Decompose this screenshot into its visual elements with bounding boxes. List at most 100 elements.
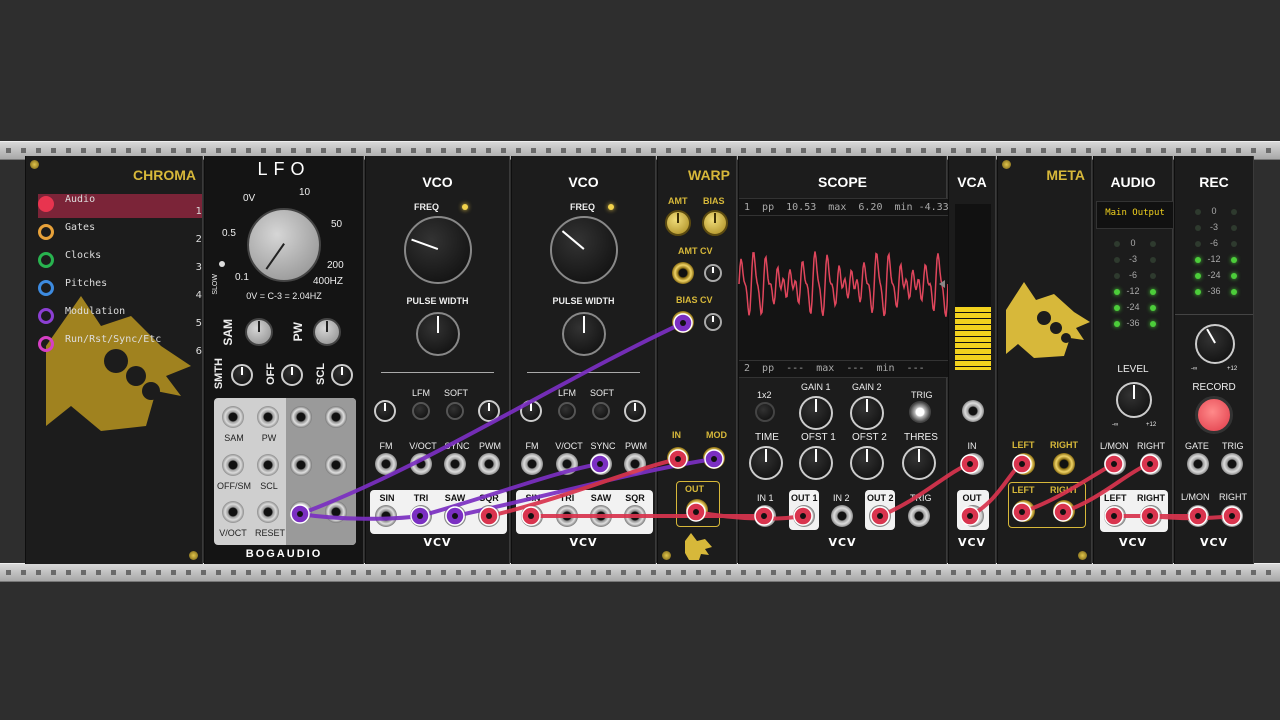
chroma-item[interactable]: Audio 1 bbox=[38, 194, 202, 218]
scope-time-knob[interactable] bbox=[749, 446, 783, 480]
audio-in-right-jack[interactable] bbox=[1140, 453, 1162, 475]
vco2-fm-knob[interactable] bbox=[520, 400, 542, 422]
audio-out-right-jack[interactable] bbox=[1140, 505, 1162, 527]
rec-in-right-jack[interactable] bbox=[1221, 505, 1243, 527]
audio-device-name[interactable]: Main Output bbox=[1097, 208, 1173, 218]
vco1-pwm-jack[interactable] bbox=[478, 453, 500, 475]
audio-out-right-label: RIGHT bbox=[1137, 493, 1165, 503]
vco1-sync-jack[interactable] bbox=[444, 453, 466, 475]
rec-trig-jack[interactable] bbox=[1221, 453, 1243, 475]
warp-amt-cv-jack[interactable] bbox=[672, 262, 694, 284]
vco1-lfm-label: LFM bbox=[412, 388, 430, 398]
vco1-sqr-jack[interactable] bbox=[478, 505, 500, 527]
vco1-pw-knob[interactable] bbox=[416, 312, 460, 356]
vco1-fm-knob[interactable] bbox=[374, 400, 396, 422]
lfo-off-jack[interactable] bbox=[222, 454, 244, 476]
chroma-item-label: Audio bbox=[65, 194, 96, 205]
chroma-item[interactable]: Run/Rst/Sync/Etc 6 bbox=[38, 334, 202, 358]
rec-gate-jack[interactable] bbox=[1187, 453, 1209, 475]
scope-trig-button[interactable] bbox=[909, 401, 931, 423]
chroma-item[interactable]: Clocks 3 bbox=[38, 250, 202, 274]
lfo-pw-jack[interactable] bbox=[257, 406, 279, 428]
scope-1x2-button[interactable] bbox=[755, 402, 775, 422]
lfo-out-ramp-down-jack[interactable] bbox=[290, 406, 312, 428]
vco2-sync-jack[interactable] bbox=[590, 453, 612, 475]
meter-label: -6 bbox=[1128, 270, 1137, 280]
audio-out-left-jack[interactable] bbox=[1104, 505, 1126, 527]
lfo-sam-jack[interactable] bbox=[222, 406, 244, 428]
warp-bias-cv-knob[interactable] bbox=[704, 313, 722, 331]
meta-out-right-jack[interactable] bbox=[1053, 500, 1075, 522]
vca-in-jack[interactable] bbox=[962, 453, 984, 475]
vco1-sin-jack[interactable] bbox=[375, 505, 397, 527]
scope-in2-jack[interactable] bbox=[831, 505, 853, 527]
warp-amt-knob[interactable] bbox=[665, 210, 691, 236]
scl-knob[interactable] bbox=[331, 364, 353, 386]
vca-out-jack[interactable] bbox=[962, 505, 984, 527]
warp-bias-knob[interactable] bbox=[702, 210, 728, 236]
vco2-voct-jack[interactable] bbox=[556, 453, 578, 475]
scope-ofst2-knob[interactable] bbox=[850, 446, 884, 480]
vca-cv-jack[interactable] bbox=[962, 400, 984, 422]
meta-in-left-jack[interactable] bbox=[1013, 453, 1035, 475]
vco1-voct-jack[interactable] bbox=[410, 453, 432, 475]
lfo-out-triangle-jack[interactable] bbox=[290, 454, 312, 476]
vco2-tri-jack[interactable] bbox=[556, 505, 578, 527]
vco1-tri-jack[interactable] bbox=[410, 505, 432, 527]
lfo-frequency-knob[interactable] bbox=[247, 208, 321, 282]
audio-level-min: -∞ bbox=[1112, 422, 1119, 428]
scope-gain1-knob[interactable] bbox=[799, 396, 833, 430]
chroma-item-number: 6 bbox=[195, 346, 202, 357]
vco2-lfm-switch[interactable] bbox=[558, 402, 576, 420]
vco2-pwm-jack[interactable] bbox=[624, 453, 646, 475]
chroma-item[interactable]: Gates 2 bbox=[38, 222, 202, 246]
off-knob[interactable] bbox=[281, 364, 303, 386]
vco2-soft-switch[interactable] bbox=[592, 402, 610, 420]
lfo-reset-jack[interactable] bbox=[257, 501, 279, 523]
scope-trig-jack[interactable] bbox=[908, 505, 930, 527]
scope-out2-jack[interactable] bbox=[869, 505, 891, 527]
rec-record-button[interactable] bbox=[1195, 396, 1233, 434]
vco2-saw-jack[interactable] bbox=[590, 505, 612, 527]
vco1-soft-switch[interactable] bbox=[446, 402, 464, 420]
chroma-item[interactable]: Modulation 5 bbox=[38, 306, 202, 330]
vco1-freq-knob[interactable] bbox=[404, 216, 472, 284]
warp-mod-jack[interactable] bbox=[703, 447, 725, 469]
meta-out-left-jack[interactable] bbox=[1013, 500, 1035, 522]
warp-out-jack[interactable] bbox=[686, 499, 708, 521]
scope-thres-knob[interactable] bbox=[902, 446, 936, 480]
sam-knob[interactable] bbox=[245, 318, 273, 346]
warp-amt-cv-knob[interactable] bbox=[704, 264, 722, 282]
vco1-lfm-switch[interactable] bbox=[412, 402, 430, 420]
lfo-voct-jack[interactable] bbox=[222, 501, 244, 523]
lfo-out-square-jack[interactable] bbox=[325, 406, 347, 428]
vco2-freq-knob[interactable] bbox=[550, 216, 618, 284]
chroma-item[interactable]: Pitches 4 bbox=[38, 278, 202, 302]
audio-in-lmon-jack[interactable] bbox=[1104, 453, 1126, 475]
scope-gain2-knob[interactable] bbox=[850, 396, 884, 430]
vco2-fm-jack[interactable] bbox=[521, 453, 543, 475]
vco2-sqr-jack[interactable] bbox=[624, 505, 646, 527]
rec-in-lmon-jack[interactable] bbox=[1187, 505, 1209, 527]
lfo-out-sine-jack[interactable] bbox=[290, 501, 312, 523]
scope-out1-jack[interactable] bbox=[793, 505, 815, 527]
scope-in1-jack[interactable] bbox=[754, 505, 776, 527]
vco1-saw-jack[interactable] bbox=[444, 505, 466, 527]
vco2-pwm-knob[interactable] bbox=[624, 400, 646, 422]
pw-knob[interactable] bbox=[313, 318, 341, 346]
vco1-pwm-knob[interactable] bbox=[478, 400, 500, 422]
vco2-pw-knob[interactable] bbox=[562, 312, 606, 356]
rec-level-knob[interactable] bbox=[1195, 324, 1235, 364]
vca-level-fill bbox=[955, 306, 991, 370]
meta-in-right-jack[interactable] bbox=[1053, 453, 1075, 475]
smth-knob[interactable] bbox=[231, 364, 253, 386]
lfo-out-saw-jack[interactable] bbox=[325, 454, 347, 476]
vco1-fm-jack[interactable] bbox=[375, 453, 397, 475]
vco2-sin-jack[interactable] bbox=[521, 505, 543, 527]
lfo-out-sine2-jack[interactable] bbox=[325, 501, 347, 523]
scope-ofst1-knob[interactable] bbox=[799, 446, 833, 480]
warp-bias-cv-jack[interactable] bbox=[672, 311, 694, 333]
audio-level-knob[interactable] bbox=[1116, 382, 1152, 418]
warp-in-jack[interactable] bbox=[667, 447, 689, 469]
lfo-scl-jack[interactable] bbox=[257, 454, 279, 476]
